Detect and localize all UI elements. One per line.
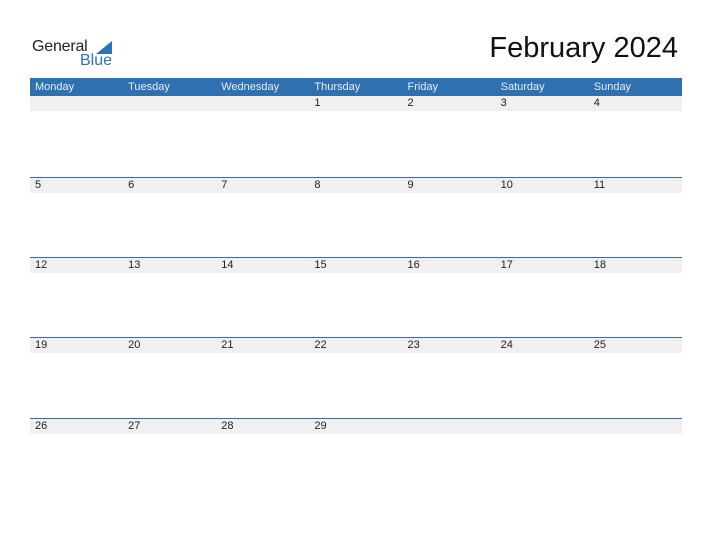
day-cell: 11 [593, 179, 606, 191]
day-cell: 16 [407, 259, 420, 271]
weekday-sunday: Sunday [593, 81, 632, 93]
weekday-thursday: Thursday [314, 81, 361, 93]
day-cell: 6 [128, 179, 135, 191]
calendar-week-row: 12 13 14 15 16 17 18 [30, 257, 682, 273]
day-cell: 21 [221, 339, 234, 351]
weekday-wednesday: Wednesday [221, 81, 280, 93]
day-cell [30, 96, 123, 111]
day-cell [589, 419, 682, 434]
day-cell: 12 [35, 259, 48, 271]
day-cell: 15 [314, 259, 327, 271]
day-number-strip: 12 13 14 15 16 17 18 [30, 258, 682, 273]
day-cell: 9 [407, 179, 414, 191]
day-cell: 2 [407, 97, 414, 109]
day-cell: 22 [314, 339, 327, 351]
day-cell: 13 [128, 259, 141, 271]
weekday-monday: Monday [35, 81, 75, 93]
day-cell: 27 [128, 420, 141, 432]
calendar-week-row: 19 20 21 22 23 24 25 [30, 337, 682, 353]
day-cell: 19 [35, 339, 48, 351]
day-cell [496, 419, 589, 434]
calendar-week-row: 5 6 7 8 9 10 11 [30, 177, 682, 193]
day-cell: 3 [500, 97, 507, 109]
page-title: February 2024 [489, 32, 678, 64]
day-cell: 23 [407, 339, 420, 351]
day-cell: 17 [500, 259, 513, 271]
weekday-friday: Friday [407, 81, 439, 93]
day-cell: 25 [593, 339, 606, 351]
day-number-strip: 1 2 3 4 [30, 96, 682, 111]
day-cell: 5 [35, 179, 42, 191]
day-cell: 28 [221, 420, 234, 432]
day-number-strip: 26 27 28 29 [30, 419, 682, 434]
weekday-tuesday: Tuesday [128, 81, 170, 93]
calendar-week-row: 1 2 3 4 [30, 96, 682, 111]
day-cell: 20 [128, 339, 141, 351]
day-cell [216, 96, 309, 111]
weekday-header: Monday Tuesday Wednesday Thursday Friday… [30, 78, 682, 96]
day-number-strip: 5 6 7 8 9 10 11 [30, 178, 682, 193]
day-cell: 4 [593, 97, 600, 109]
day-cell: 29 [314, 420, 327, 432]
day-cell: 18 [593, 259, 606, 271]
day-cell: 24 [500, 339, 513, 351]
day-number-strip: 19 20 21 22 23 24 25 [30, 338, 682, 353]
day-cell: 7 [221, 179, 228, 191]
day-cell: 8 [314, 179, 321, 191]
day-cell [123, 96, 216, 111]
logo-blue-text: Blue [80, 52, 113, 69]
weekday-saturday: Saturday [500, 81, 545, 93]
day-cell [403, 419, 496, 434]
day-cell: 10 [500, 179, 513, 191]
day-cell: 26 [35, 420, 48, 432]
logo: General Blue [32, 38, 122, 72]
day-cell: 1 [314, 97, 321, 109]
day-cell: 14 [221, 259, 234, 271]
calendar-week-row: 26 27 28 29 [30, 418, 682, 434]
